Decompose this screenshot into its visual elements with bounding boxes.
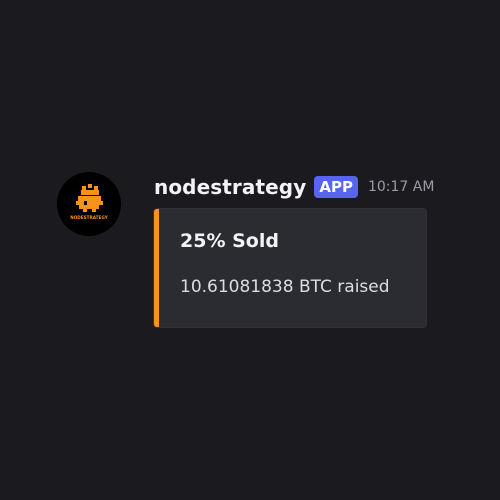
embed-description: 10.61081838 BTC raised <box>180 277 390 297</box>
message-header: nodestrategy APP 10:17 AM <box>154 173 434 201</box>
avatar[interactable]: NODESTRATEGY <box>57 172 121 236</box>
embed-card: 25% Sold 10.61081838 BTC raised <box>153 208 427 328</box>
username[interactable]: nodestrategy <box>154 175 306 199</box>
avatar-logo-text: NODESTRATEGY <box>70 215 108 220</box>
app-badge: APP <box>314 176 358 198</box>
nodestrategy-logo-icon: NODESTRATEGY <box>70 184 109 220</box>
chat-message: NODESTRATEGY nodestrategy APP 10:17 AM 2… <box>0 0 500 500</box>
embed-title: 25% Sold <box>180 230 279 252</box>
embed-accent-bar <box>154 209 159 327</box>
timestamp[interactable]: 10:17 AM <box>368 179 434 195</box>
